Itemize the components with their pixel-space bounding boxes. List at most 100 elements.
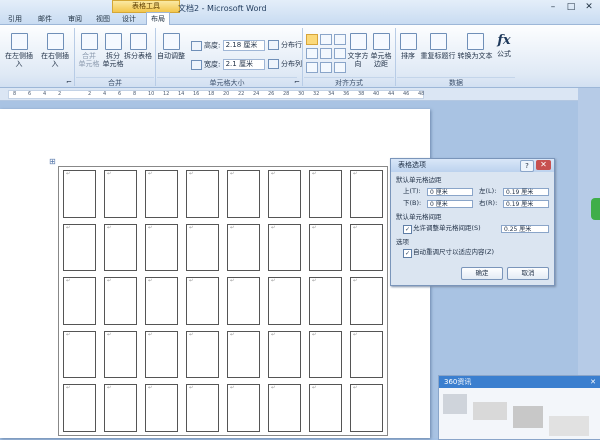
align-top-right-button[interactable] — [334, 34, 346, 45]
table-cell[interactable]: ↵ — [350, 330, 383, 379]
tab-mailings[interactable]: 邮件 — [34, 14, 56, 24]
split-table-button[interactable]: 拆分表格 — [124, 33, 152, 60]
table-cell[interactable]: ↵ — [227, 170, 260, 218]
document-page[interactable]: ⊞ ↵ ↵ ↵ ↵ ↵ ↵ ↵ ↵ ↵ ↵ ↵ ↵ ↵ ↵ ↵ ↵ ↵ ↵ ↵ ↵ ↵ ↵ ↵ ↵ ↵ ↵ ↵ ↵ ↵ ↵ ↵ ↵ ↵ ↵ ↵ ↵ ↵ ↵… — [0, 109, 430, 438]
align-bottom-right-button[interactable] — [334, 62, 346, 73]
cancel-button[interactable]: 取消 — [507, 267, 549, 280]
split-cells-button[interactable]: 拆分 单元格 — [102, 33, 124, 68]
tab-references[interactable]: 引用 — [4, 14, 26, 24]
formula-button[interactable]: fx 公式 — [494, 33, 514, 58]
table-cell[interactable]: ↵ — [63, 384, 96, 432]
table-cell[interactable]: ↵ — [227, 223, 260, 272]
tab-view[interactable]: 视图 — [92, 14, 114, 24]
table-cell[interactable]: ↵ — [309, 223, 342, 272]
horizontal-ruler[interactable]: 8 6 4 2 2 4 6 8 10 12 14 16 18 20 22 24 26 28 30 32 34 36 38 40… — [0, 88, 600, 101]
table-cell[interactable]: ↵ — [309, 170, 342, 218]
rows-cols-dialog-launcher[interactable]: ⌐ — [66, 77, 72, 88]
distribute-rows-button[interactable]: 分布行 — [268, 40, 302, 51]
height-input[interactable]: 2.18 厘米 — [222, 40, 265, 51]
cell-margins-button[interactable]: 单元格 边距 — [370, 33, 392, 68]
table-cell[interactable]: ↵ — [350, 277, 383, 325]
table-cell[interactable]: ↵ — [309, 330, 342, 379]
table-cell[interactable]: ↵ — [63, 330, 96, 379]
width-input[interactable]: 2.1 厘米 — [222, 59, 265, 70]
align-bottom-center-button[interactable] — [320, 62, 332, 73]
help-icon[interactable]: ? — [520, 160, 534, 172]
repeat-header-button[interactable]: 重复标题行 — [420, 33, 456, 60]
ruler-tick-label: 32 — [313, 91, 320, 97]
spacing-input[interactable]: 0.25 厘米 — [501, 225, 549, 233]
insert-left-button[interactable]: 在左侧插入 — [2, 33, 36, 68]
cell-end-mark: ↵ — [189, 171, 194, 177]
ok-button[interactable]: 确定 — [461, 267, 503, 280]
autofit-button[interactable]: 自动调整 — [157, 33, 185, 60]
minimize-button[interactable]: – — [544, 0, 562, 14]
cell-size-dialog-launcher[interactable]: ⌐ — [294, 77, 300, 88]
align-bottom-left-button[interactable] — [306, 62, 318, 73]
tab-review[interactable]: 审阅 — [64, 14, 86, 24]
merge-cells-button[interactable]: 合并 单元格 — [78, 33, 100, 68]
cell-end-mark: ↵ — [66, 385, 71, 392]
table-cell[interactable]: ↵ — [145, 170, 178, 218]
allow-spacing-checkbox[interactable]: ✓ — [403, 225, 412, 234]
table-cell[interactable]: ↵ — [186, 277, 219, 325]
close-window-button[interactable]: ✕ — [580, 0, 598, 14]
align-middle-left-button[interactable] — [306, 48, 318, 59]
table-cell[interactable]: ↵ — [63, 277, 96, 325]
table-cell[interactable]: ↵ — [63, 170, 96, 218]
sort-button[interactable]: 排序 — [398, 33, 418, 60]
table-cell[interactable]: ↵ — [268, 277, 301, 325]
table-cell[interactable]: ↵ — [350, 170, 383, 218]
table-cell[interactable]: ↵ — [268, 223, 301, 272]
table-cell[interactable]: ↵ — [104, 277, 137, 325]
table-cell[interactable]: ↵ — [268, 170, 301, 218]
table-cell[interactable]: ↵ — [227, 330, 260, 379]
convert-to-text-button[interactable]: 转换为文本 — [457, 33, 493, 60]
table[interactable]: ↵ ↵ ↵ ↵ ↵ ↵ ↵ ↵ ↵ ↵ ↵ ↵ ↵ ↵ ↵ ↵ ↵ ↵ ↵ ↵ ↵ ↵ ↵ ↵ ↵ ↵ ↵ ↵ ↵ ↵ ↵ ↵ ↵ ↵ ↵ ↵ ↵ ↵ ↵ ↵ — [58, 166, 388, 436]
text-direction-button[interactable]: 文字方向 — [346, 33, 370, 68]
table-cell[interactable]: ↵ — [186, 170, 219, 218]
table-cell[interactable]: ↵ — [186, 384, 219, 432]
table-cell[interactable]: ↵ — [186, 330, 219, 379]
left-margin-input[interactable]: 0.19 厘米 — [503, 188, 549, 196]
insert-right-button[interactable]: 在右侧插入 — [38, 33, 72, 68]
side-widget-icon[interactable] — [591, 198, 600, 220]
align-middle-center-button[interactable] — [320, 48, 332, 59]
table-cell[interactable]: ↵ — [268, 330, 301, 379]
table-cell[interactable]: ↵ — [227, 277, 260, 325]
table-cell[interactable]: ↵ — [63, 223, 96, 272]
table-cell[interactable]: ↵ — [104, 330, 137, 379]
auto-resize-checkbox[interactable]: ✓ — [403, 249, 412, 258]
table-cell[interactable]: ↵ — [104, 223, 137, 272]
right-margin-input[interactable]: 0.19 厘米 — [503, 200, 549, 208]
table-cell[interactable]: ↵ — [309, 277, 342, 325]
table-cell[interactable]: ↵ — [309, 384, 342, 432]
align-top-left-button[interactable] — [306, 34, 318, 45]
table-cell[interactable]: ↵ — [104, 170, 137, 218]
table-cell[interactable]: ↵ — [145, 277, 178, 325]
table-cell[interactable]: ↵ — [104, 384, 137, 432]
ruler-tick-label: 8 — [13, 91, 17, 97]
table-cell[interactable]: ↵ — [268, 384, 301, 432]
distribute-cols-button[interactable]: 分布列 — [268, 59, 302, 70]
tab-design[interactable]: 设计 — [118, 14, 140, 24]
bottom-margin-input[interactable]: 0 厘米 — [427, 200, 473, 208]
table-move-handle-icon[interactable]: ⊞ — [49, 158, 57, 166]
table-cell[interactable]: ↵ — [145, 330, 178, 379]
maximize-button[interactable]: □ — [562, 0, 580, 14]
right-margin-label: 右(R): — [479, 199, 498, 207]
dialog-close-button[interactable]: ✕ — [536, 160, 551, 170]
table-cell[interactable]: ↵ — [145, 223, 178, 272]
bottom-margin-label: 下(B): — [403, 199, 422, 207]
table-cell[interactable]: ↵ — [145, 384, 178, 432]
align-top-center-button[interactable] — [320, 34, 332, 45]
tab-layout[interactable]: 布局 — [146, 12, 170, 25]
table-cell[interactable]: ↵ — [350, 223, 383, 272]
cell-margins-icon — [372, 33, 390, 50]
table-cell[interactable]: ↵ — [227, 384, 260, 432]
table-cell[interactable]: ↵ — [350, 384, 383, 432]
align-middle-right-button[interactable] — [334, 48, 346, 59]
news-panel-close-button[interactable]: ✕ — [590, 376, 596, 388]
table-cell[interactable]: ↵ — [186, 223, 219, 272]
top-margin-input[interactable]: 0 厘米 — [427, 188, 473, 196]
